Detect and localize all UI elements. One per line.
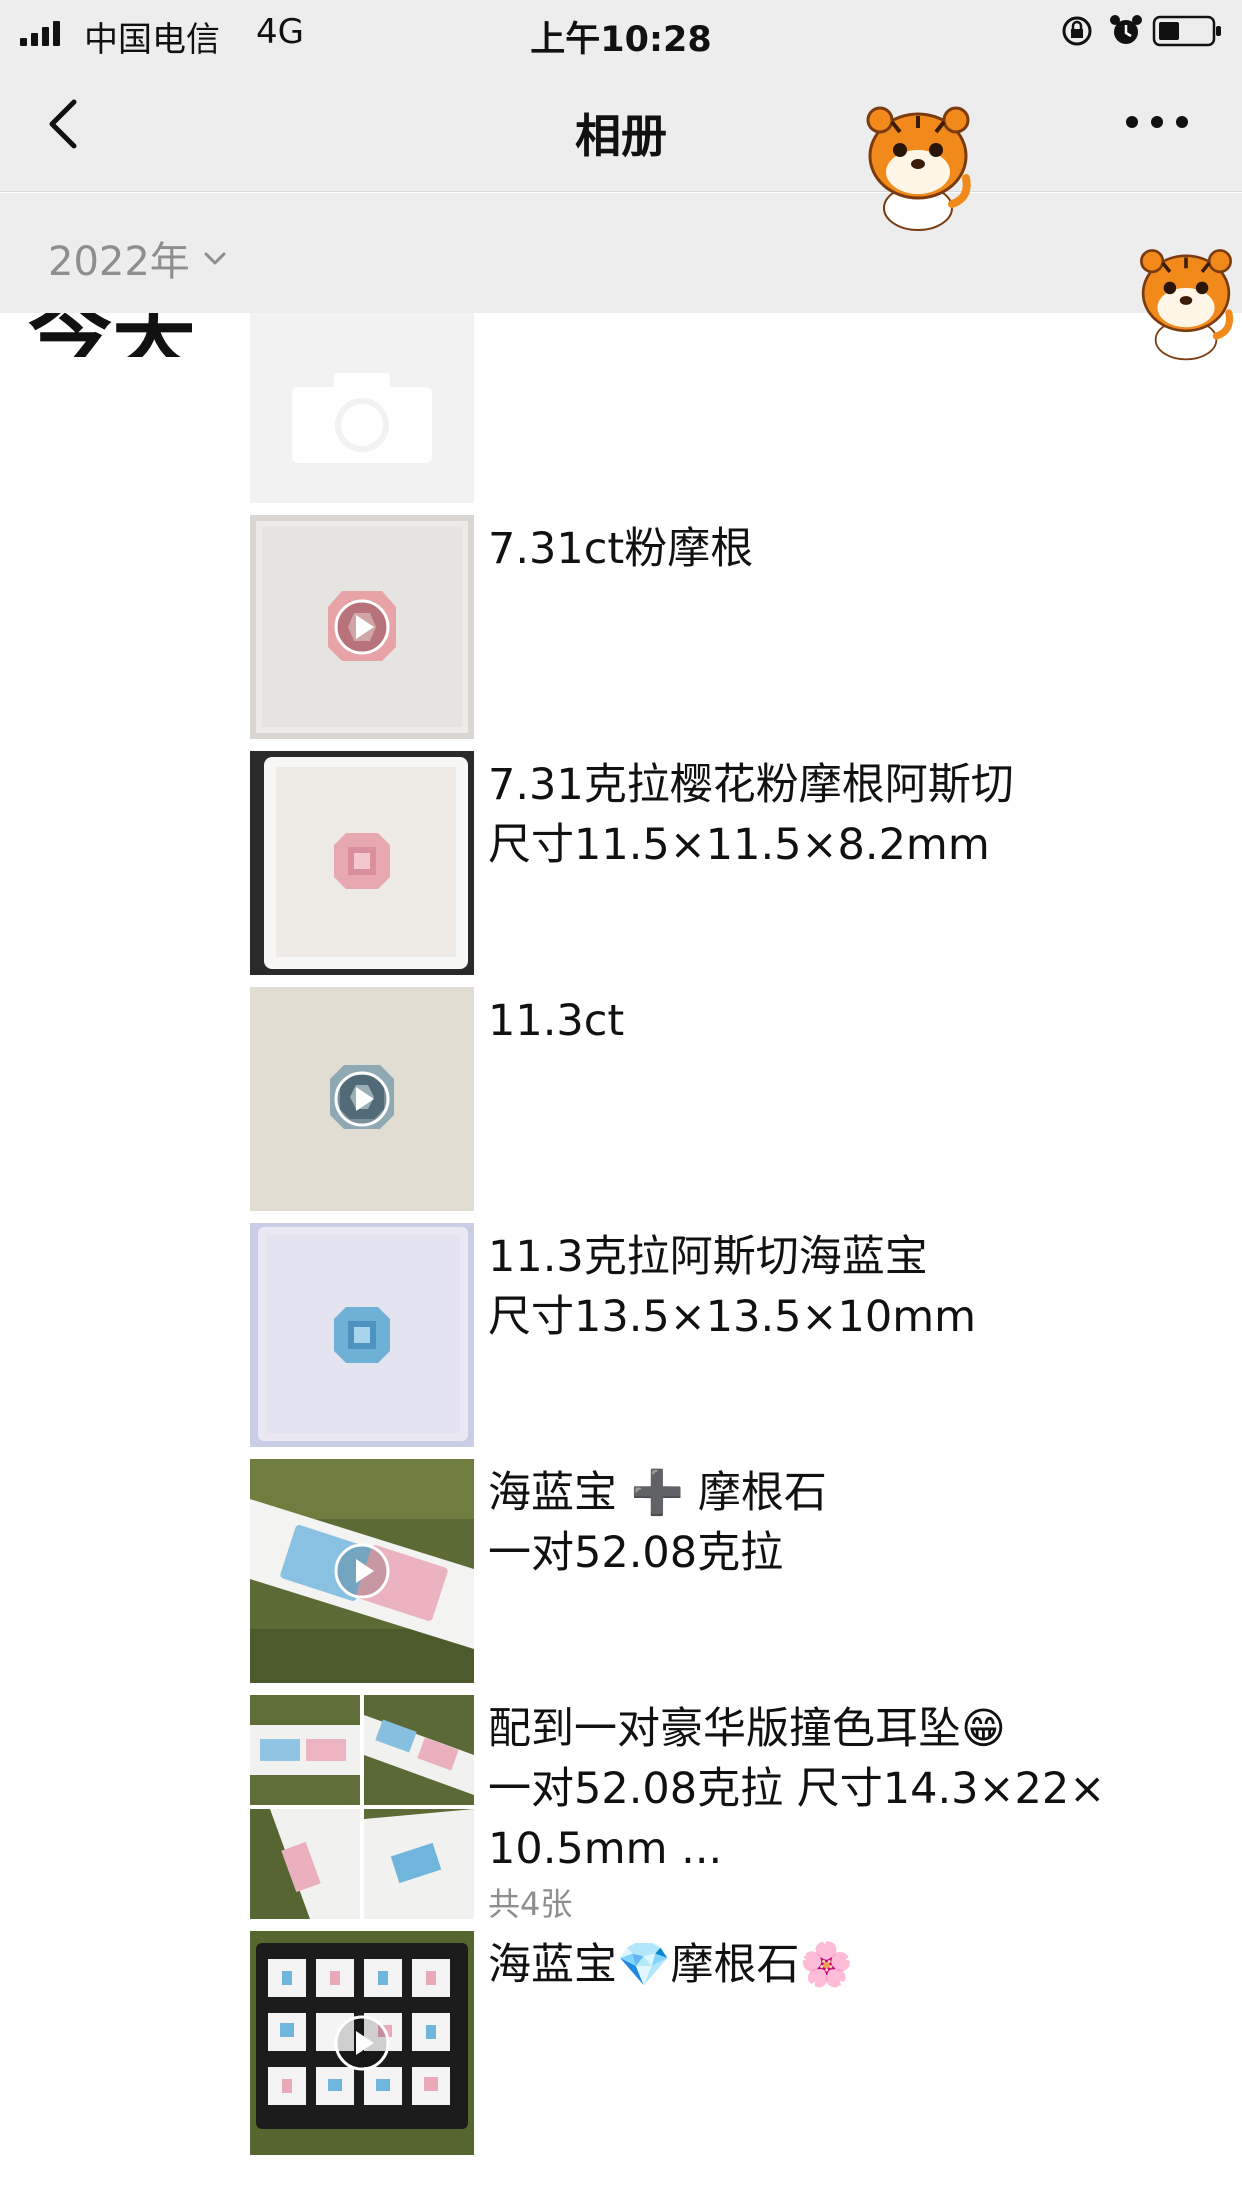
item-caption: 海蓝宝 ➕ 摩根石 一对52.08克拉 — [488, 1468, 827, 1578]
play-icon — [334, 2015, 390, 2071]
battery-icon — [1152, 15, 1221, 47]
tiger-sticker-icon — [866, 106, 971, 231]
photo-grid-thumbnail[interactable] — [250, 1695, 474, 1919]
day-label: 今天 — [28, 313, 196, 357]
video-thumbnail[interactable] — [250, 515, 474, 739]
play-icon — [334, 1071, 390, 1127]
list-item[interactable]: 7.31ct粉摩根 — [250, 515, 1210, 739]
list-item[interactable]: 11.3ct — [250, 987, 1210, 1211]
list-item[interactable]: 7.31克拉樱花粉摩根阿斯切 尺寸11.5×11.5×8.2mm — [250, 751, 1210, 975]
camera-upload-button[interactable] — [250, 313, 474, 503]
photo-thumbnail[interactable] — [250, 751, 474, 975]
item-caption: 海蓝宝💎摩根石🌸 — [488, 1940, 854, 1990]
video-thumbnail[interactable] — [250, 987, 474, 1211]
chevron-down-icon — [204, 252, 226, 265]
list-item[interactable]: 海蓝宝 ➕ 摩根石 一对52.08克拉 — [250, 1459, 1210, 1683]
play-icon — [334, 1543, 390, 1599]
item-caption: 7.31ct粉摩根 — [488, 524, 754, 574]
item-caption: 11.3克拉阿斯切海蓝宝 尺寸13.5×13.5×10mm — [488, 1232, 977, 1342]
list-item[interactable]: 海蓝宝💎摩根石🌸 — [250, 1931, 1210, 2155]
year-label: 2022年 — [48, 239, 190, 285]
list-item[interactable]: 配到一对豪华版撞色耳坠😁 一对52.08克拉 尺寸14.3×22× 10.5mm… — [250, 1695, 1210, 1923]
video-thumbnail[interactable] — [250, 1931, 474, 2155]
photo-thumbnail[interactable] — [364, 1809, 474, 1919]
photo-count: 共4张 — [488, 1885, 573, 1923]
play-icon — [334, 599, 390, 655]
year-filter-bar: 2022年 — [0, 193, 1242, 313]
camera-icon — [292, 373, 432, 463]
photo-thumbnail[interactable] — [250, 1809, 360, 1919]
video-thumbnail[interactable] — [250, 1459, 474, 1683]
year-dropdown[interactable]: 2022年 — [48, 229, 230, 287]
tiger-sticker-icon — [1140, 249, 1234, 361]
album-feed: 今天 7.31ct粉摩根 — [0, 313, 1242, 2208]
rotation-lock-icon — [1062, 16, 1092, 46]
item-caption: 11.3ct — [488, 996, 625, 1046]
photo-thumbnail[interactable] — [250, 1695, 360, 1805]
list-item[interactable]: 11.3克拉阿斯切海蓝宝 尺寸13.5×13.5×10mm — [250, 1223, 1210, 1447]
status-bar: 中国电信 4G 上午10:28 — [0, 0, 1242, 62]
item-caption: 配到一对豪华版撞色耳坠😁 一对52.08克拉 尺寸14.3×22× 10.5mm… — [488, 1699, 1208, 1929]
page-title: 相册 — [575, 109, 667, 163]
photo-thumbnail[interactable] — [250, 1223, 474, 1447]
status-time: 上午10:28 — [530, 20, 712, 60]
item-caption: 7.31克拉樱花粉摩根阿斯切 尺寸11.5×11.5×8.2mm — [488, 760, 1014, 870]
nav-bar: 相册 — [0, 62, 1242, 192]
more-options-button[interactable] — [1122, 102, 1192, 142]
photo-thumbnail[interactable] — [364, 1695, 474, 1805]
alarm-icon — [1110, 15, 1142, 44]
